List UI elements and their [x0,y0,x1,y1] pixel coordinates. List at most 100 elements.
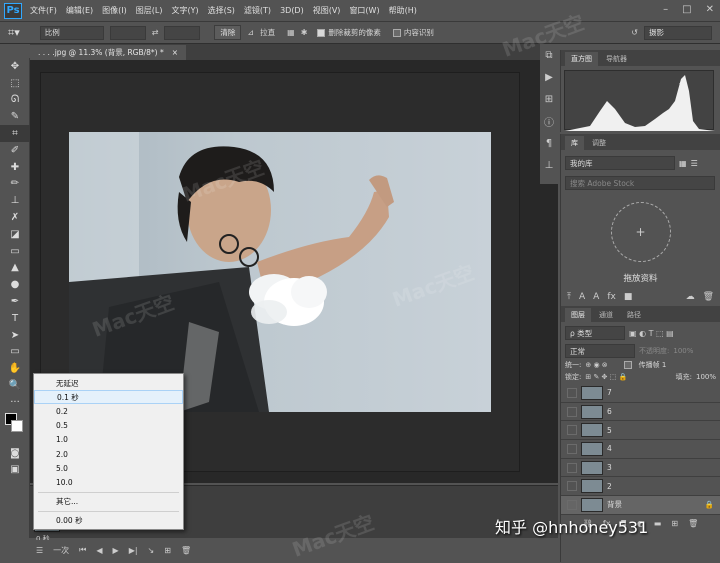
library-select[interactable]: 我的库 [565,156,675,170]
layer-row-7[interactable]: 7 [561,384,720,403]
layer-row-4[interactable]: 4 [561,440,720,459]
menu-window[interactable]: 窗口(W) [349,5,379,16]
paragraph-style-icon[interactable]: A [593,292,599,302]
new-group-icon[interactable]: ▬ [654,519,662,528]
visibility-icon[interactable] [567,387,577,398]
menu-item-0-1[interactable]: 0.1 秒 [34,390,183,405]
history-brush-tool-icon[interactable]: ✗ [0,209,30,226]
brush-tool-icon[interactable]: ✏ [0,176,30,193]
menu-item-1-0[interactable]: 1.0 [34,433,183,447]
shape-tool-icon[interactable]: ▭ [0,344,30,361]
timeline-menu-icon[interactable]: ☰ [36,546,43,555]
color-swatches-icon[interactable] [0,411,30,445]
play-icon[interactable]: ▶ [113,546,119,555]
menu-item-5-0[interactable]: 5.0 [34,461,183,475]
visibility-icon[interactable] [567,406,577,417]
height-field[interactable] [164,25,201,40]
blur-tool-icon[interactable]: ▲ [0,260,30,277]
delete-frame-icon[interactable]: 🗑 [181,546,191,555]
lasso-tool-icon[interactable]: ᘏ [0,92,30,109]
maximize-icon[interactable]: □ [682,4,691,15]
menu-item-0-5[interactable]: 0.5 [34,419,183,433]
width-field[interactable] [109,25,146,40]
visibility-icon[interactable] [567,499,577,510]
content-aware-checkbox[interactable]: 内容识别 [392,27,434,38]
menu-item-2-0[interactable]: 2.0 [34,447,183,461]
visibility-icon[interactable] [567,425,577,436]
menu-help[interactable]: 帮助(H) [389,5,417,16]
move-tool-icon[interactable]: ✥ [0,58,30,75]
character-style-icon[interactable]: A [579,292,585,302]
menu-layer[interactable]: 图层(L) [136,5,163,16]
warning-icon[interactable]: ⚠ [679,77,687,87]
filter-icons[interactable]: ▣ ◐ T ⬚ ▤ [629,329,674,338]
reset-icon[interactable]: ↺ [631,28,638,37]
visibility-icon[interactable] [567,443,577,454]
tab-layers[interactable]: 图层 [565,308,591,322]
loop-select[interactable]: 一次 [53,545,69,556]
trash-icon[interactable]: 🗑 [703,292,714,302]
propagate-check[interactable] [623,361,632,369]
zoom-tool-icon[interactable]: 🔍 [0,377,30,394]
color-swatch-icon[interactable]: ■ [624,292,633,302]
screen-mode-icon[interactable]: ▣ [0,462,30,479]
eyedropper-tool-icon[interactable]: ✐ [0,142,30,159]
unify-icons[interactable]: ⊕ ◉ ⊗ [585,361,607,369]
info-panel-icon[interactable]: ⓘ [540,110,558,132]
menu-view[interactable]: 视图(V) [313,5,341,16]
straighten-icon[interactable]: ⊿ [247,28,254,37]
layer-row-5[interactable]: 5 [561,421,720,441]
menu-item-no-delay[interactable]: 无延迟 [34,376,183,390]
layer-row-2[interactable]: 2 [561,477,720,497]
clone-source-icon[interactable]: ⊥ [540,154,558,176]
pen-tool-icon[interactable]: ✒ [0,293,30,310]
tab-histogram[interactable]: 直方图 [565,52,598,66]
stock-search-input[interactable]: 搜索 Adobe Stock [565,176,715,190]
fx-icon[interactable]: fx [607,292,616,302]
close-icon[interactable]: ✕ [706,4,714,15]
menu-select[interactable]: 选择(S) [208,5,235,16]
tab-channels[interactable]: 通道 [593,308,619,322]
layer-row-6[interactable]: 6 [561,403,720,422]
cloud-icon[interactable]: ☁ [686,292,695,302]
eraser-tool-icon[interactable]: ◪ [0,226,30,243]
healing-brush-tool-icon[interactable]: ✚ [0,159,30,176]
tab-navigator[interactable]: 导航器 [600,52,633,66]
path-select-tool-icon[interactable]: ➤ [0,327,30,344]
menu-item-current[interactable]: 0.00 秒 [34,514,183,528]
visibility-icon[interactable] [567,481,577,492]
tween-icon[interactable]: ↘ [148,546,155,555]
next-frame-icon[interactable]: ▶| [129,546,138,555]
tab-library[interactable]: 库 [565,136,584,150]
workspace-select[interactable]: 摄影 [644,25,712,40]
crop-tool-icon[interactable]: ⌗ [0,125,30,142]
tab-paths[interactable]: 路径 [621,308,647,322]
paragraph-panel-icon[interactable]: ¶ [540,132,558,154]
quick-mask-icon[interactable]: ◙ [0,445,30,462]
drop-zone-plus-icon[interactable]: + [610,202,671,262]
lock-icons[interactable]: ⊞ ✎ ✥ ⬚ 🔒 [585,373,627,381]
fill-value[interactable]: 100% [696,373,716,381]
color-panel-icon[interactable]: ⊞ [540,88,558,110]
prev-frame-icon[interactable]: ◀ [96,546,102,555]
delete-cropped-check[interactable] [317,29,326,37]
blend-mode-select[interactable]: 正常 [565,344,635,358]
marquee-tool-icon[interactable]: ⬚ [0,75,30,92]
ratio-select[interactable]: 比例 [39,25,104,40]
duplicate-frame-icon[interactable]: ⊞ [164,546,171,555]
dodge-tool-icon[interactable]: ● [0,276,30,293]
delete-layer-icon[interactable]: 🗑 [688,519,698,528]
new-layer-icon[interactable]: ⊞ [671,519,678,528]
minimize-icon[interactable]: – [663,4,668,15]
list-view-icon[interactable]: ☰ [691,159,698,168]
menu-item-0-2[interactable]: 0.2 [34,404,183,418]
play-actions-icon[interactable]: ▶ [540,66,558,88]
close-tab-icon[interactable]: × [172,48,178,57]
menu-item-other[interactable]: 其它... [34,495,183,509]
delete-cropped-checkbox[interactable]: 删除裁剪的像素 [317,27,381,38]
content-aware-check[interactable] [392,29,401,37]
clone-stamp-tool-icon[interactable]: ⊥ [0,192,30,209]
menu-file[interactable]: 文件(F) [30,5,57,16]
quick-select-tool-icon[interactable]: ✎ [0,108,30,125]
tab-adjustments[interactable]: 调整 [586,136,612,150]
